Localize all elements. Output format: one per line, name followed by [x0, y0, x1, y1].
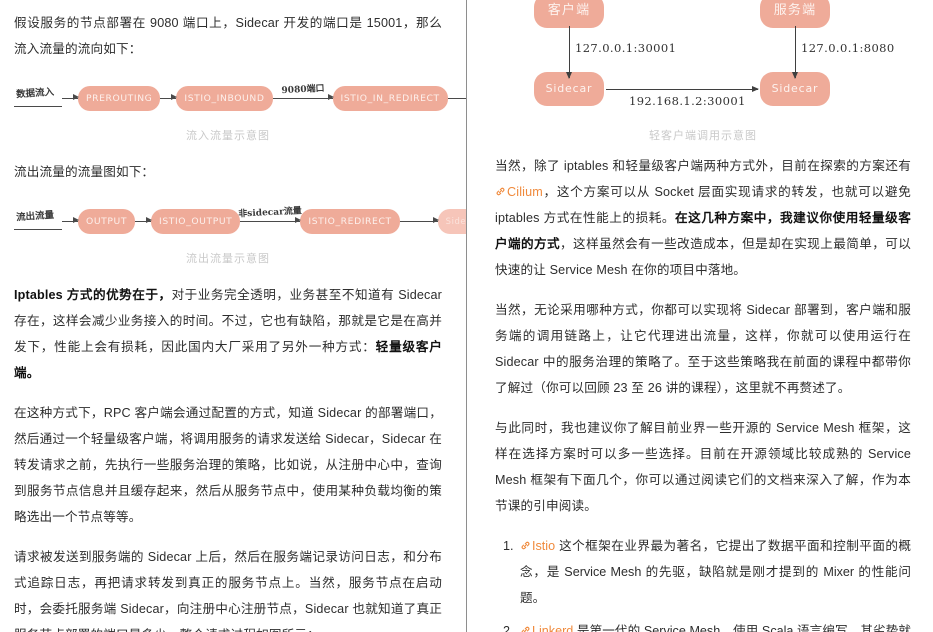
outbound-flow-row: 流出流量 OUTPUT ISTIO_OUTPUT 非sidecar流量 ISTI…	[14, 201, 466, 241]
outbound-entry-label: 流出流量	[15, 209, 55, 223]
arrow-istio-output-to-redirect: 非sidecar流量	[238, 206, 302, 223]
intro-paragraph: 假设服务的节点部署在 9080 端口上，Sidecar 开发的端口是 15001…	[14, 16, 442, 56]
inbound-entry: 数据流入	[14, 86, 62, 107]
cilium-link-text: Cilium	[507, 185, 543, 199]
outbound-intro-paragraph: 流出流量的流量图如下：	[14, 165, 155, 179]
iptables-advantage-lead: Iptables 方式的优势在于，	[14, 288, 172, 302]
linkerd-link[interactable]: Linkerd	[520, 624, 573, 632]
istio-link-text: Istio	[532, 539, 556, 553]
inbound-traffic-figure: 数据流入 PREROUTING ISTIO_INBOUND 9080端口 IST…	[14, 78, 466, 143]
link-chain-icon	[495, 186, 506, 197]
frameworks-intro-paragraph: 与此同时，我也建议你了解目前业界一些开源的 Service Mesh 框架，这样…	[495, 421, 911, 513]
node-client: 客户端	[534, 0, 604, 28]
left-column: 假设服务的节点部署在 9080 端口上，Sidecar 开发的端口是 15001…	[0, 0, 466, 632]
link-chain-icon	[520, 625, 531, 632]
article-page: 假设服务的节点部署在 9080 端口上，Sidecar 开发的端口是 15001…	[0, 0, 933, 632]
outbound-entry: 流出流量	[14, 209, 62, 230]
inbound-arrow-label: 9080端口	[280, 83, 325, 96]
framework-list: Istio 这个框架在业界最为著名，它提出了数据平面和控制平面的概念，是 Ser…	[495, 533, 911, 632]
arrow-output-to-istio-output	[135, 217, 153, 223]
arrow-prerouting-to-inbound	[160, 94, 178, 100]
list-item: Istio 这个框架在业界最为著名，它提出了数据平面和控制平面的概念，是 Ser…	[517, 533, 911, 611]
node-istio-in-redirect: ISTIO_IN_REDIRECT	[332, 85, 448, 111]
outbound-arrow-label: 非sidecar流量	[238, 205, 303, 220]
linkerd-description: 是第一代的 Service Mesh，使用 Scala 语言编写，其劣势就是内存…	[576, 624, 912, 632]
inter-sidecar-address-label: 192.168.1.2:30001	[629, 94, 746, 108]
lightweight-client-paragraph: 在这种方式下，RPC 客户端会通过配置的方式，知道 Sidecar 的部署端口，…	[14, 406, 442, 524]
node-output: OUTPUT	[78, 208, 136, 234]
node-istio-redirect: ISTIO_REDIRECT	[300, 208, 400, 234]
node-prerouting: PREROUTING	[78, 85, 161, 111]
node-istio-inbound: ISTIO_INBOUND	[176, 85, 273, 111]
call-diagram-canvas: 客户端 服务端 Sidecar Sidecar 127.0.0.1:30001 …	[501, 0, 905, 118]
arrow-server-to-sidecar	[791, 26, 798, 79]
arrow-entry-to-prerouting	[62, 94, 79, 100]
istio-description: 这个框架在业界最为著名，它提出了数据平面和控制平面的概念，是 Service M…	[520, 539, 912, 605]
linkerd-link-text: Linkerd	[532, 624, 574, 632]
arrow-entry-to-output	[62, 217, 79, 223]
lightweight-client-call-figure: 客户端 服务端 Sidecar Sidecar 127.0.0.1:30001 …	[495, 0, 911, 143]
arrow-redirect-to-sidecar	[447, 97, 466, 99]
iptables-advantage-paragraph: Iptables 方式的优势在于，对于业务完全透明，业务甚至不知道有 Sidec…	[14, 282, 442, 386]
outbound-figure-caption: 流出流量示意图	[186, 253, 270, 265]
arrow-client-to-sidecar	[565, 26, 572, 79]
node-sidecar-port-outbound: Sidecar端口	[437, 208, 466, 234]
list-item: Linkerd 是第一代的 Service Mesh，使用 Scala 语言编写…	[517, 618, 911, 632]
request-flow-paragraph: 请求被发送到服务端的 Sidecar 上后，然后在服务端记录访问日志，和分布式追…	[14, 550, 442, 632]
node-server: 服务端	[760, 0, 830, 28]
outbound-entry-line	[14, 228, 62, 230]
server-address-label: 127.0.0.1:8080	[801, 41, 895, 55]
right-column: 客户端 服务端 Sidecar Sidecar 127.0.0.1:30001 …	[467, 0, 933, 632]
sidecar-deploy-paragraph: 当然，无论采用哪种方式，你都可以实现将 Sidecar 部署到，客户端和服务端的…	[495, 303, 911, 395]
inbound-entry-label: 数据流入	[15, 86, 55, 100]
outbound-traffic-figure: 流出流量 OUTPUT ISTIO_OUTPUT 非sidecar流量 ISTI…	[14, 201, 466, 266]
cilium-paragraph: 当然，除了 iptables 和轻量级客户端两种方式外，目前在探索的方案还有 Ci…	[495, 153, 911, 283]
arrow-redirect-to-sidecar-out	[399, 217, 439, 223]
link-chain-icon	[520, 540, 531, 551]
cilium-link[interactable]: Cilium	[495, 185, 543, 199]
call-figure-caption: 轻客户端调用示意图	[649, 130, 757, 142]
cilium-before-link: 当然，除了 iptables 和轻量级客户端两种方式外，目前在探索的方案还有	[495, 159, 911, 173]
inbound-flow-row: 数据流入 PREROUTING ISTIO_INBOUND 9080端口 IST…	[14, 78, 466, 118]
inbound-figure-caption: 流入流量示意图	[186, 130, 270, 142]
client-address-label: 127.0.0.1:30001	[575, 41, 677, 55]
istio-link[interactable]: Istio	[520, 539, 555, 553]
arrow-sidecar-to-sidecar	[606, 85, 759, 92]
inbound-entry-line	[14, 105, 62, 107]
node-istio-output: ISTIO_OUTPUT	[151, 208, 241, 234]
arrow-inbound-to-redirect: 9080端口	[272, 83, 334, 100]
